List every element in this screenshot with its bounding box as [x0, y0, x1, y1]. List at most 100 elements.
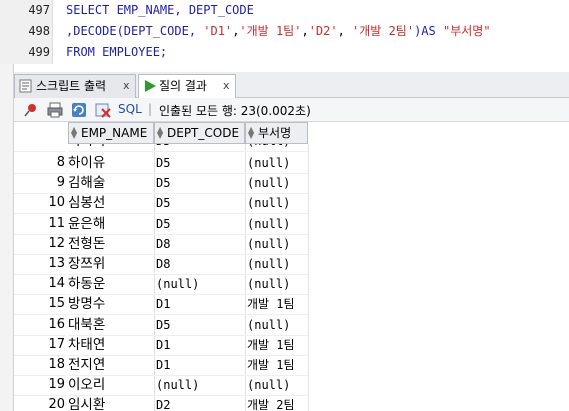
table-row[interactable]: 11 윤은해 D5 (null) [14, 213, 314, 235]
table-row[interactable]: 18 전지연 D1 개발 1팀 [14, 354, 314, 376]
division-cell[interactable]: (null) [245, 152, 308, 174]
code-text[interactable]: ,DECODE(DEPT_CODE, 'D1','개발 1팀','D2', '개… [66, 21, 491, 42]
emp-name-cell[interactable]: 대북혼 [68, 314, 154, 336]
division-cell[interactable]: (null) [245, 213, 308, 235]
table-row[interactable]: 20 임시환 D2 개발 2팀 [14, 394, 314, 411]
code-token: , [337, 24, 353, 38]
script-output-icon [19, 79, 32, 93]
emp-name-cell[interactable]: 심봉선 [68, 192, 154, 215]
table-row[interactable]: 15 방명수 D1 개발 1팀 [14, 293, 314, 316]
code-line[interactable]: 498 ,DECODE(DEPT_CODE, 'D1','개발 1팀','D2',… [0, 21, 569, 42]
emp-name-cell[interactable]: 방명수 [68, 293, 154, 316]
column-header-dept-code[interactable]: ▲ ▼ DEPT_CODE [154, 122, 245, 144]
emp-name-cell[interactable]: 하이유 [68, 152, 154, 174]
table-row[interactable]: 8 하이유 D5 (null) [14, 152, 314, 174]
code-token: )AS [414, 24, 443, 38]
table-row[interactable]: 16 대북혼 D5 (null) [14, 314, 314, 336]
table-row[interactable]: 9 김해술 D5 (null) [14, 172, 314, 195]
emp-name-cell[interactable]: 윤은해 [68, 213, 154, 235]
code-token: 'D1' [203, 24, 233, 38]
dept-code-cell[interactable]: (null) [154, 273, 245, 296]
dept-code-cell[interactable]: D5 [154, 314, 245, 336]
emp-name-cell[interactable]: 임시환 [68, 394, 154, 411]
table-row[interactable]: 7 석리리 D5 (null) [14, 144, 314, 152]
table-row[interactable]: 13 장쯔위 D8 (null) [14, 253, 314, 275]
column-header-division[interactable]: ▲ ▼ 부서명 [245, 122, 308, 144]
table-row[interactable]: 10 심봉선 D5 (null) [14, 192, 314, 215]
result-toolbar: SQL | 인출된 모든 행: 23(0.002초) [14, 98, 569, 122]
tab-label: 질의 결과 [159, 79, 207, 93]
emp-name-cell[interactable]: 이오리 [68, 374, 154, 397]
column-header-emp-name[interactable]: ▲ ▼ EMP_NAME [68, 122, 154, 144]
code-token: '개발 2팀' [352, 24, 415, 38]
dept-code-cell[interactable]: D1 [154, 354, 245, 376]
division-cell[interactable]: 개발 1팀 [245, 354, 308, 376]
sql-editor[interactable]: 497 SELECT EMP_NAME, DEPT_CODE 498 ,DECODE(… [0, 0, 569, 64]
dept-code-cell[interactable]: D5 [154, 192, 245, 215]
code-token: ,DECODE(DEPT_CODE, [66, 24, 204, 38]
division-cell[interactable]: (null) [245, 192, 308, 215]
code-token: 'D2' [308, 24, 338, 38]
division-cell[interactable]: (null) [245, 314, 308, 336]
sql-button[interactable]: SQL [118, 102, 142, 116]
code-text[interactable]: FROM EMPLOYEE; [66, 42, 167, 63]
line-number: 499 [28, 45, 50, 59]
close-icon[interactable]: x [123, 75, 130, 97]
table-row[interactable]: 19 이오리 (null) (null) [14, 374, 314, 397]
toolbar-separator: | [148, 102, 153, 116]
division-cell[interactable]: (null) [245, 172, 308, 195]
row-number: 16 [14, 314, 66, 336]
emp-name-cell[interactable]: 차태연 [68, 334, 154, 356]
tab-query-result[interactable]: 질의 결과 x [138, 74, 236, 98]
print-icon[interactable] [46, 101, 64, 119]
code-token: "부서명" [442, 24, 491, 38]
refresh-icon[interactable] [70, 101, 88, 119]
dept-code-cell[interactable]: D2 [154, 394, 245, 411]
emp-name-cell[interactable]: 전형돈 [68, 233, 154, 255]
division-cell[interactable]: (null) [245, 273, 308, 296]
dept-code-cell[interactable]: D1 [154, 334, 245, 356]
tab-script-output[interactable]: 스크립트 출력 x [14, 74, 136, 98]
table-row[interactable]: 12 전형돈 D8 (null) [14, 233, 314, 255]
dept-code-cell[interactable]: D8 [154, 233, 245, 255]
row-number: 19 [14, 374, 66, 397]
dept-code-cell[interactable]: D8 [154, 253, 245, 275]
row-number: 13 [14, 253, 66, 275]
dept-code-cell[interactable]: (null) [154, 374, 245, 397]
table-row[interactable]: 17 차태연 D1 개발 1팀 [14, 334, 314, 356]
code-line[interactable]: 497 SELECT EMP_NAME, DEPT_CODE [0, 0, 569, 21]
division-cell[interactable]: (null) [245, 233, 308, 255]
result-grid[interactable]: ▲▼ EMP_NAME ▲▼ DEPT_CODE ▲▼ 부서명 7 석리리 D5… [14, 122, 569, 411]
row-number: 10 [14, 192, 66, 215]
dept-code-cell[interactable]: D5 [154, 172, 245, 195]
row-number: 20 [14, 394, 66, 411]
pin-icon[interactable] [22, 101, 40, 119]
emp-name-cell[interactable]: 석리리 [68, 144, 154, 152]
left-panel-edge [0, 64, 14, 411]
division-cell[interactable]: (null) [245, 253, 308, 275]
division-cell[interactable]: 개발 1팀 [245, 334, 308, 356]
emp-name-cell[interactable]: 장쯔위 [68, 253, 154, 275]
table-row[interactable]: 14 하동운 (null) (null) [14, 273, 314, 296]
division-cell[interactable]: 개발 1팀 [245, 293, 308, 316]
result-tabbar: 스크립트 출력 x 질의 결과 x [14, 72, 569, 98]
code-text[interactable]: SELECT EMP_NAME, DEPT_CODE [66, 0, 254, 21]
grid-body[interactable]: 7 석리리 D5 (null) 8하이유D5(null)9김해술D5(null)… [14, 144, 569, 411]
dept-code-cell[interactable]: D1 [154, 293, 245, 316]
code-token: '개발 1팀' [239, 24, 302, 38]
division-cell[interactable]: 개발 2팀 [245, 394, 308, 411]
emp-name-cell[interactable]: 전지연 [68, 354, 154, 376]
code-line[interactable]: 499 FROM EMPLOYEE; [0, 42, 569, 63]
emp-name-cell[interactable]: 하동운 [68, 273, 154, 296]
dept-code-cell[interactable]: D5 [154, 144, 245, 152]
close-icon[interactable]: x [223, 75, 230, 97]
line-number: 498 [28, 24, 50, 38]
division-cell[interactable]: (null) [245, 144, 308, 152]
cancel-export-icon[interactable] [94, 101, 112, 119]
division-cell[interactable]: (null) [245, 374, 308, 397]
emp-name-cell[interactable]: 김해술 [68, 172, 154, 195]
row-number: 18 [14, 354, 66, 376]
sort-icon: ▲ ▼ [157, 125, 164, 140]
dept-code-cell[interactable]: D5 [154, 213, 245, 235]
dept-code-cell[interactable]: D5 [154, 152, 245, 174]
